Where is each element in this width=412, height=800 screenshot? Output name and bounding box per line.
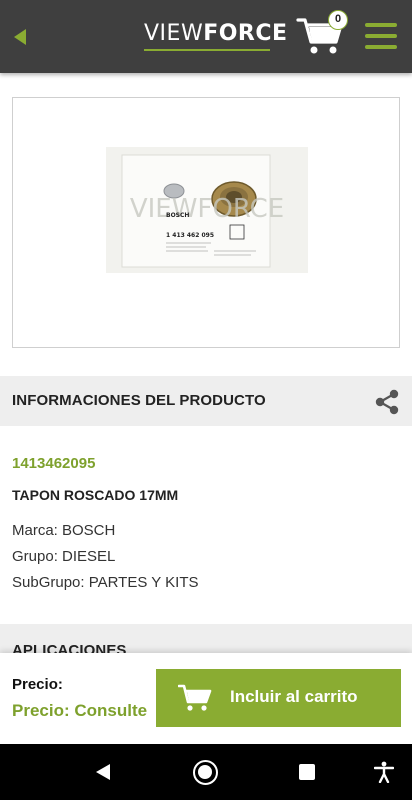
- share-icon[interactable]: [374, 389, 400, 415]
- back-arrow-icon[interactable]: [12, 28, 28, 46]
- viewforce-logo[interactable]: VIEWFORCE: [144, 21, 288, 51]
- product-image: VIEWFORCE BOSCH 1 413 462 095: [106, 147, 308, 273]
- price-value: Precio: Consulte: [12, 701, 148, 720]
- product-info-title: INFORMACIONES DEL PRODUCTO: [12, 392, 266, 409]
- nav-home-icon[interactable]: [193, 760, 218, 785]
- app-header: VIEWFORCE 0: [0, 0, 412, 73]
- cart-count-badge: 0: [328, 10, 348, 30]
- product-image-frame[interactable]: VIEWFORCE BOSCH 1 413 462 095: [12, 97, 400, 348]
- product-code: 1413462095: [12, 455, 96, 472]
- product-content: VIEWFORCE BOSCH 1 413 462 095 INFORMACIO…: [0, 73, 412, 653]
- product-group: Grupo: DIESEL: [12, 548, 116, 565]
- add-to-cart-label: Incluir al carrito: [230, 687, 358, 706]
- nav-recent-icon[interactable]: [299, 764, 315, 780]
- add-to-cart-button[interactable]: Incluir al carrito: [156, 669, 401, 727]
- svg-text:1 413 462 095: 1 413 462 095: [166, 232, 214, 239]
- product-info-header: INFORMACIONES DEL PRODUCTO: [0, 376, 412, 426]
- price-label: Precio:: [12, 676, 63, 693]
- product-name: TAPON ROSCADO 17MM: [12, 487, 179, 503]
- nav-back-icon[interactable]: [94, 763, 112, 781]
- applications-title: APLICACIONES: [12, 642, 127, 653]
- svg-text:VIEWFORCE: VIEWFORCE: [130, 194, 284, 224]
- product-subgroup: SubGrupo: PARTES Y KITS: [12, 574, 199, 591]
- system-navigation-bar: [0, 744, 412, 800]
- logo-text: VIEWFORCE: [144, 21, 288, 46]
- purchase-bar: Precio: Precio: Consulte Incluir al carr…: [0, 653, 412, 744]
- applications-header[interactable]: APLICACIONES: [0, 624, 412, 653]
- hamburger-menu-icon[interactable]: [365, 23, 397, 49]
- cart-icon: [178, 684, 212, 711]
- logo-underline: [144, 49, 270, 51]
- accessibility-icon[interactable]: [374, 761, 394, 783]
- product-brand: Marca: BOSCH: [12, 522, 116, 539]
- svg-text:BOSCH: BOSCH: [166, 212, 189, 219]
